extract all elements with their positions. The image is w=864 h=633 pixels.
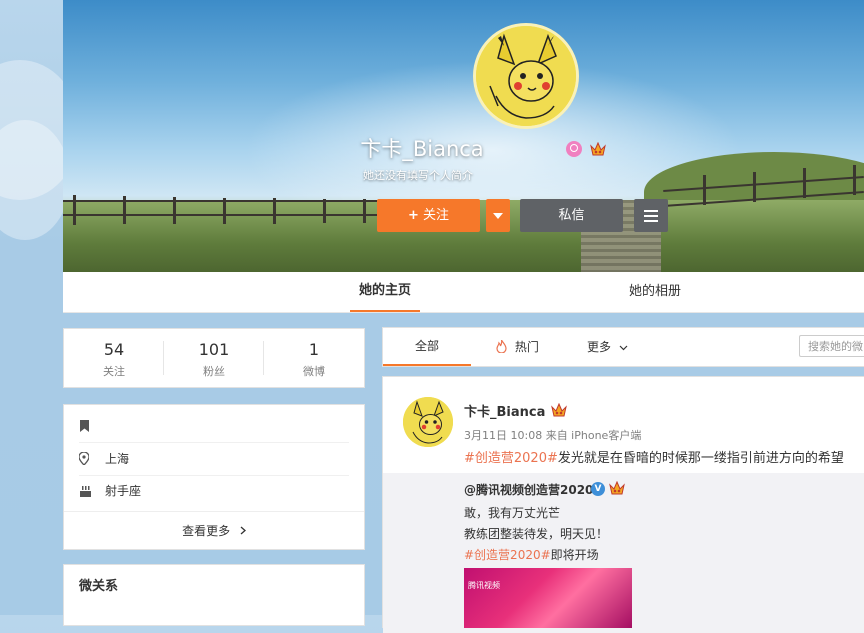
stat-value: 101 (198, 340, 230, 359)
zodiac-text: 射手座 (105, 484, 142, 498)
see-more-label: 查看更多 (182, 524, 231, 538)
feed-tab-hot[interactable]: 热门 (496, 328, 539, 366)
stat-followers[interactable]: 101 粉丝 (164, 340, 264, 379)
repost-block: @腾讯视频创造营2020 V 敢，我有万丈光芒 教练团整装待发，明天见！ #创造… (383, 473, 864, 633)
chevron-down-icon (619, 345, 628, 351)
fence-post (73, 195, 76, 225)
triangle-down-icon (493, 212, 503, 219)
post-author-avatar[interactable] (403, 397, 453, 447)
feed-tab-more-label: 更多 (587, 340, 612, 354)
info-row-location: 上海 (78, 443, 349, 475)
profile-name: 卞卡_Bianca (360, 137, 484, 161)
repost-line: 敢，我有万丈光芒 (464, 506, 561, 520)
profile-bio: 她还没有填写个人简介 (363, 169, 473, 182)
info-row-level (79, 410, 349, 442)
location-text: 上海 (105, 452, 130, 466)
stat-label: 粉丝 (203, 365, 225, 378)
repost-text: 即将开场 (550, 548, 599, 562)
stat-value: 1 (308, 340, 320, 359)
fence-post (323, 199, 326, 223)
feed-tab-more[interactable]: 更多 (587, 328, 628, 366)
vip-crown-icon[interactable] (590, 142, 606, 156)
relation-card: 微关系 (63, 564, 365, 626)
fence-post (123, 196, 126, 224)
profile-tab-bar: 她的主页 她的相册 (63, 272, 864, 313)
post-meta: 3月11日 10:08 来自 iPhone客户端 (464, 429, 642, 442)
stat-following[interactable]: 54 关注 (64, 340, 164, 379)
feed-post: 卞卡_Bianca 3月11日 10:08 来自 iPhone客户端 #创造营2… (382, 376, 864, 633)
stats-card: 54 关注 101 粉丝 1 微博 (63, 328, 365, 388)
stat-label: 关注 (103, 365, 125, 378)
repost-line: 教练团整装待发，明天见！ (464, 527, 609, 541)
hamburger-icon (644, 209, 658, 222)
repost-image[interactable]: 腾讯视频 (464, 568, 632, 628)
menu-button[interactable] (634, 199, 668, 232)
tab-home[interactable]: 她的主页 (350, 272, 420, 312)
message-label: 私信 (558, 208, 585, 223)
relation-title: 微关系 (79, 579, 119, 594)
profile-avatar[interactable] (473, 23, 579, 129)
stat-label: 微博 (303, 365, 325, 378)
location-pin-icon (78, 443, 93, 475)
image-logo-text: 腾讯视频 (468, 581, 500, 590)
see-more-link[interactable]: 查看更多 (64, 511, 364, 550)
follow-label: 关注 (423, 208, 450, 223)
repost-hashtag[interactable]: #创造营2020# (464, 548, 551, 562)
message-button[interactable]: 私信 (520, 199, 623, 232)
bookmark-icon (79, 410, 93, 442)
chevron-right-icon (240, 526, 246, 535)
repost-author[interactable]: @腾讯视频创造营2020 (464, 481, 593, 498)
female-gender-icon (566, 141, 582, 157)
vip-crown-icon[interactable] (609, 481, 625, 495)
pikachu-avatar-icon (403, 397, 453, 447)
fence-post (173, 197, 176, 224)
post-text-body: 发光就是在昏暗的时候那一缕指引前进方向的希望 (557, 451, 844, 466)
stat-posts[interactable]: 1 微博 (264, 340, 364, 379)
birthday-cake-icon (79, 475, 93, 507)
tab-album[interactable]: 她的相册 (629, 272, 681, 312)
search-input[interactable]: 搜索她的微 (799, 335, 864, 357)
post-text: #创造营2020#发光就是在昏暗的时候那一缕指引前进方向的希望 (464, 447, 844, 466)
repost-line: #创造营2020#即将开场 (464, 546, 599, 563)
post-author-name[interactable]: 卞卡_Bianca (464, 401, 545, 420)
feed-tab-all[interactable]: 全部 (383, 328, 471, 366)
follow-button[interactable]: + 关注 (377, 199, 480, 232)
feed-tab-hot-label: 热门 (514, 340, 539, 354)
fence-post (363, 199, 366, 223)
feed-tab-bar: 全部 热门 更多 搜索她的微 (382, 327, 864, 367)
fence-post (273, 198, 276, 224)
profile-info-card: 上海 射手座 查看更多 (63, 404, 365, 550)
plus-icon: + (407, 208, 419, 223)
info-row-zodiac: 射手座 (79, 475, 349, 507)
flame-icon (496, 339, 507, 354)
vip-crown-icon[interactable] (551, 403, 567, 417)
post-hashtag[interactable]: #创造营2020# (464, 451, 558, 466)
follow-dropdown-button[interactable] (486, 199, 510, 232)
fence-post (223, 198, 226, 224)
verified-v-icon: V (591, 482, 605, 496)
stat-value: 54 (103, 340, 125, 359)
pikachu-avatar-icon (476, 26, 576, 126)
